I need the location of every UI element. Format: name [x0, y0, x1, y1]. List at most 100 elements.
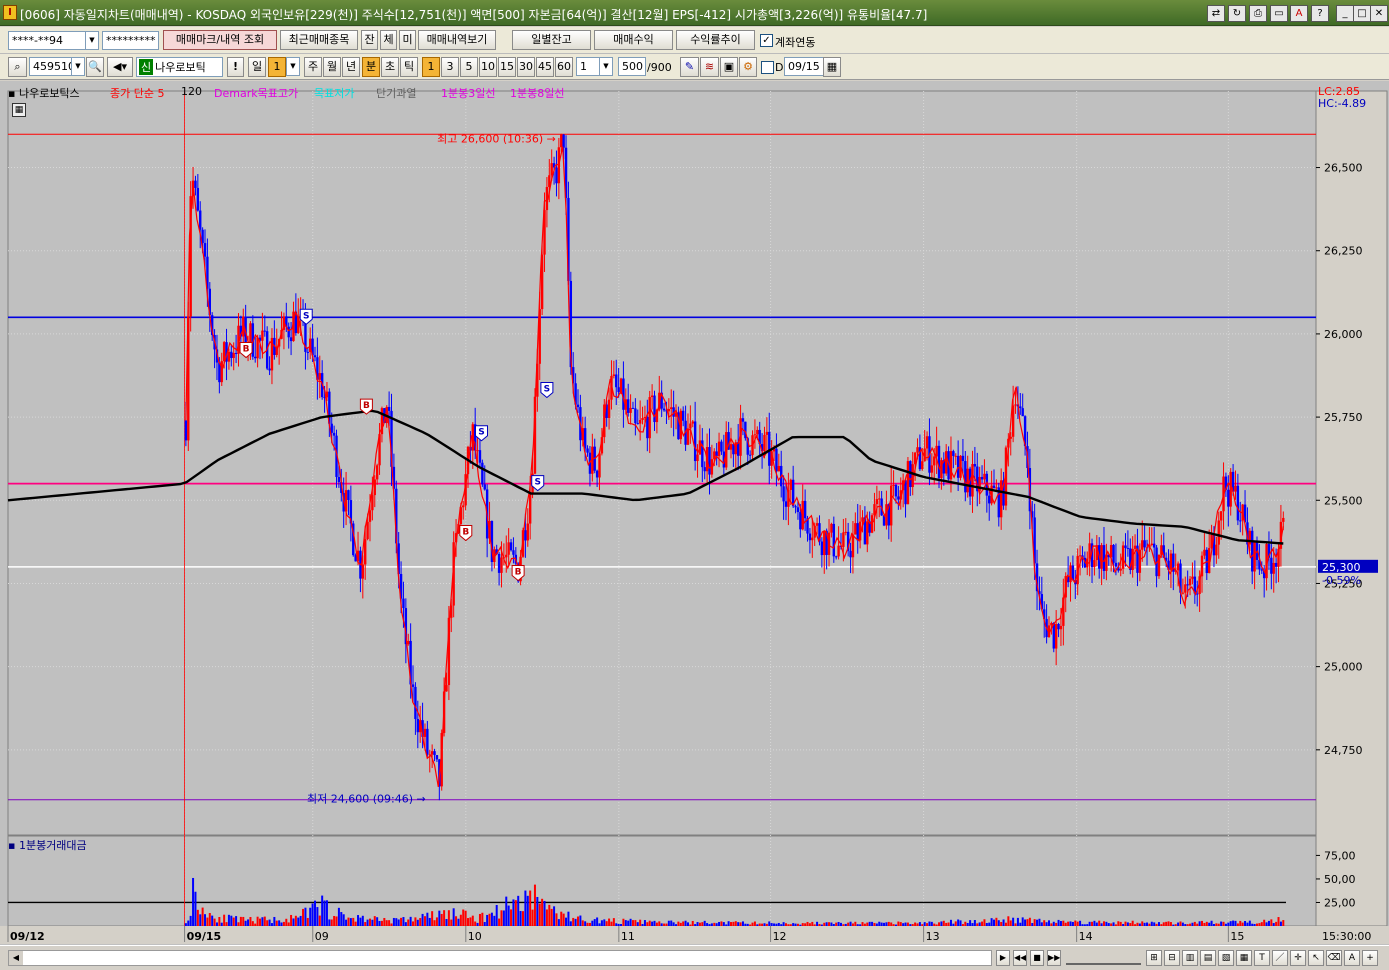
stock-code-input[interactable]: 459510: [29, 57, 72, 76]
chevron-down-icon[interactable]: ▼: [85, 31, 99, 50]
period-tick[interactable]: 틱: [400, 57, 418, 77]
rewind-icon[interactable]: ◀◀: [1013, 950, 1027, 966]
chart-tool-icon[interactable]: ✎: [680, 57, 699, 77]
close-icon[interactable]: ✕: [1370, 5, 1388, 22]
volume-bar: [878, 921, 881, 926]
help-icon[interactable]: ?: [1311, 5, 1329, 22]
cursor-icon[interactable]: ↖: [1308, 950, 1324, 966]
chart-area[interactable]: 26,500 26,250 26,000 25,750 25,500 25,250 25,0…: [0, 81, 1389, 970]
print-icon[interactable]: ⎙: [1249, 5, 1267, 22]
magnifier-icon[interactable]: 🔍: [86, 57, 104, 77]
period-week[interactable]: 주: [304, 57, 322, 77]
search-code-icon[interactable]: ⌕: [8, 57, 27, 77]
count-input[interactable]: 500: [618, 57, 646, 76]
font-icon[interactable]: A: [1290, 5, 1308, 22]
volume-bar: [1157, 922, 1160, 926]
line-icon[interactable]: ／: [1272, 950, 1288, 966]
account-link-checkbox[interactable]: ✓: [760, 34, 773, 47]
stock-name-box[interactable]: 신 나우로보틱: [136, 57, 223, 77]
candle-body: [988, 495, 991, 504]
recent-items-button[interactable]: 최근매매종목: [280, 30, 358, 50]
volume-bar: [804, 923, 807, 926]
password-input[interactable]: *********: [102, 31, 159, 50]
tab-jan[interactable]: 잔: [361, 30, 378, 50]
candle-body: [1133, 545, 1137, 549]
candle-body: [227, 351, 231, 362]
layer-icon[interactable]: ▧: [1218, 950, 1234, 966]
calendar-icon[interactable]: ▦: [823, 57, 841, 77]
grid-icon[interactable]: ▦: [12, 103, 26, 117]
alert-button[interactable]: !: [227, 57, 244, 77]
layout-icon[interactable]: ▥: [1182, 950, 1198, 966]
return-trend-button[interactable]: 수익률추이: [676, 30, 755, 50]
interval-30[interactable]: 30: [517, 57, 535, 77]
scroll-left-icon[interactable]: ◀: [9, 951, 23, 965]
legend-volume: ▪ 1분봉거래대금: [8, 839, 87, 852]
link-icon[interactable]: ⇄: [1207, 5, 1225, 22]
period-min[interactable]: 분: [362, 57, 380, 77]
volume-bar: [777, 922, 780, 926]
grid-toggle-icon[interactable]: ▦: [1236, 950, 1252, 966]
zoom-slider[interactable]: [1066, 951, 1141, 965]
chevron-down-icon[interactable]: ▼: [599, 57, 613, 76]
interval-5[interactable]: 5: [460, 57, 478, 77]
screen-icon[interactable]: ▭: [1270, 5, 1288, 22]
text-icon[interactable]: T: [1254, 950, 1270, 966]
crosshair-icon[interactable]: ✛: [1290, 950, 1306, 966]
volume-bar: [842, 924, 845, 926]
zoom-out-icon[interactable]: ⊟: [1164, 950, 1180, 966]
plus-icon[interactable]: +: [1362, 950, 1378, 966]
period-num[interactable]: 1: [268, 57, 286, 77]
refresh-icon[interactable]: ↻: [1228, 5, 1246, 22]
interval-10[interactable]: 10: [479, 57, 497, 77]
trade-mark-button[interactable]: 매매마크/내역 조회: [163, 30, 277, 50]
candle-body: [756, 429, 759, 435]
tab-che[interactable]: 체: [380, 30, 397, 50]
settings-icon[interactable]: ⚙: [739, 57, 757, 77]
period-year[interactable]: 년: [342, 57, 360, 77]
stop-icon[interactable]: ■: [1030, 950, 1044, 966]
interval-45[interactable]: 45: [536, 57, 554, 77]
volume-bar: [414, 917, 417, 926]
interval-3[interactable]: 3: [441, 57, 459, 77]
trade-profit-button[interactable]: 매매수익: [594, 30, 673, 50]
price-volume-chart[interactable]: 26,50026,25026,00025,75025,50025,25025,0…: [0, 81, 1389, 945]
save-icon[interactable]: ▣: [720, 57, 738, 77]
interval-1[interactable]: 1: [422, 57, 440, 77]
period-sec[interactable]: 초: [381, 57, 399, 77]
chevron-down-icon[interactable]: ▼: [286, 57, 300, 76]
tab-mi[interactable]: 미: [399, 30, 416, 50]
chevron-down-icon[interactable]: ▼: [71, 57, 85, 76]
price-tick-label: 26,250: [1324, 245, 1363, 258]
split-icon[interactable]: ▤: [1200, 950, 1216, 966]
account-input[interactable]: ****-**94: [8, 31, 86, 50]
volume-bar: [933, 923, 936, 926]
volume-bar: [911, 924, 914, 926]
period-day[interactable]: 일: [248, 57, 266, 77]
maximize-icon[interactable]: □: [1353, 5, 1371, 22]
volume-bar: [495, 904, 498, 926]
chart-type-icon[interactable]: ≋: [700, 57, 719, 77]
period-month[interactable]: 월: [323, 57, 341, 77]
candle-body: [937, 445, 941, 479]
scroll-right-icon[interactable]: ▶: [996, 950, 1010, 966]
interval-60[interactable]: 60: [555, 57, 573, 77]
daily-balance-button[interactable]: 일별잔고: [512, 30, 591, 50]
zoom-in-icon[interactable]: ⊞: [1146, 950, 1162, 966]
candle-body: [373, 479, 376, 496]
interval-custom-input[interactable]: 1: [576, 57, 600, 76]
minimize-icon[interactable]: _: [1336, 5, 1354, 22]
trade-history-button[interactable]: 매매내역보기: [418, 30, 496, 50]
date-checkbox[interactable]: [761, 61, 774, 74]
scroll-track[interactable]: ◀: [8, 950, 992, 966]
volume-bar: [1191, 922, 1194, 926]
date-input[interactable]: 09/15: [784, 57, 824, 76]
interval-15[interactable]: 15: [498, 57, 516, 77]
volume-bar: [237, 922, 240, 926]
eraser-icon[interactable]: ⌫: [1326, 950, 1342, 966]
forward-icon[interactable]: ▶▶: [1047, 950, 1061, 966]
volume-bar: [483, 921, 486, 926]
speaker-icon[interactable]: ◀▾: [107, 57, 133, 77]
font-size-icon[interactable]: A: [1344, 950, 1360, 966]
volume-bar: [830, 922, 833, 926]
